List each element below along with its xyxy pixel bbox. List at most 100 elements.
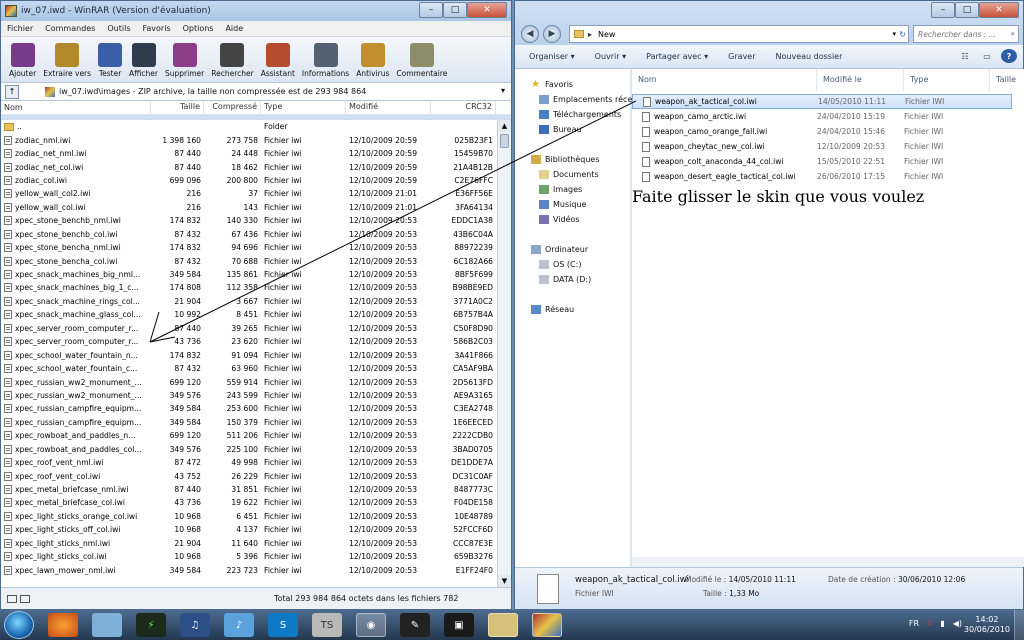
col-type[interactable]: Type <box>261 101 346 114</box>
explorer-close-button[interactable]: ✕ <box>979 2 1019 18</box>
table-row[interactable]: xpec_light_sticks_orange_col.iwi 10 968 6 … <box>1 510 497 523</box>
table-row[interactable]: xpec_stone_benchb_nml.iwi 174 832 140 330 F… <box>1 214 497 227</box>
toolbar-button-1[interactable]: Extraire vers <box>43 43 91 78</box>
table-row[interactable]: zodiac_nml.iwi 1 398 160 273 758 Fichier iw… <box>1 133 497 146</box>
nav-network[interactable]: Réseau <box>531 305 574 314</box>
toolbar-button-5[interactable]: Rechercher <box>211 43 254 78</box>
table-row[interactable]: xpec_snack_machine_rings_col... 21 904 3 6… <box>1 295 497 308</box>
ex-col-modified[interactable]: Modifié le <box>817 69 904 91</box>
explorer-file-row[interactable]: weapon_ak_tactical_col.iwi 14/05/2010 11:… <box>632 94 1012 109</box>
ex-col-type[interactable]: Type <box>904 69 990 91</box>
refresh-icon[interactable]: ↻ <box>899 30 906 39</box>
address-dropdown-icon[interactable]: ▾ <box>892 30 896 38</box>
firefox-icon[interactable] <box>48 613 78 637</box>
clock[interactable]: 14:02 30/06/2010 <box>964 615 1010 635</box>
scroll-up-arrow[interactable]: ▲ <box>498 120 511 132</box>
table-row[interactable]: xpec_lawn_mower_nml.iwi 349 584 223 723 Fic… <box>1 563 497 576</box>
table-row[interactable]: xpec_school_water_fountain_n... 174 832 91… <box>1 348 497 361</box>
explorer-file-row[interactable]: weapon_camo_arctic.iwi 24/04/2010 15:19 Fi… <box>632 109 1012 124</box>
back-button[interactable]: ◀ <box>521 25 539 43</box>
close-button[interactable]: ✕ <box>467 2 507 18</box>
show-desktop-button[interactable] <box>1014 610 1024 640</box>
table-row[interactable]: xpec_stone_bencha_nml.iwi 174 832 94 696 Fi… <box>1 241 497 254</box>
table-row[interactable]: xpec_russian_campfire_equipm... 349 584 25… <box>1 402 497 415</box>
nav-images[interactable]: Images <box>539 185 582 194</box>
explorer-horizontal-scrollbar[interactable] <box>632 557 1024 567</box>
game-icon[interactable]: ✎ <box>400 613 430 637</box>
path-dropdown-button[interactable]: ▾ <box>501 86 505 95</box>
menu-aide[interactable]: Aide <box>225 24 243 33</box>
itunes-icon[interactable]: ♪ <box>224 613 254 637</box>
nav-videos[interactable]: Vidéos <box>539 215 580 224</box>
table-row[interactable]: xpec_snack_machine_glass_col... 10 992 8 4… <box>1 308 497 321</box>
messenger-icon[interactable] <box>92 613 122 637</box>
nav-documents[interactable]: Documents <box>539 170 599 179</box>
toolbar-button-8[interactable]: Antivirus <box>356 43 389 78</box>
table-row[interactable]: zodiac_net_nml.iwi 87 440 24 448 Fichier iw… <box>1 147 497 160</box>
minimize-button[interactable]: – <box>419 2 443 18</box>
nav-data-drive[interactable]: DATA (D:) <box>539 275 591 284</box>
tray-volume-icon[interactable]: ◀) <box>953 619 962 628</box>
game-launcher-icon[interactable]: ⚡ <box>136 613 166 637</box>
table-row[interactable]: xpec_metal_briefcase_col.iwi 43 736 19 622… <box>1 496 497 509</box>
nav-downloads[interactable]: Téléchargements <box>539 110 621 119</box>
open-button[interactable]: Ouvrir ▾ <box>595 52 626 61</box>
nav-libraries[interactable]: Bibliothèques <box>531 155 600 164</box>
tray-antivirus-icon[interactable]: ⦸ <box>927 618 932 628</box>
breadcrumb-chevron-icon[interactable]: ▸ <box>588 30 592 39</box>
col-crc[interactable]: CRC32 <box>431 101 496 114</box>
table-row[interactable]: zodiac_net_col.iwi 87 440 18 462 Fichier iw… <box>1 160 497 173</box>
headphones-icon[interactable]: ♫ <box>180 613 210 637</box>
new-folder-button[interactable]: Nouveau dossier <box>776 52 843 61</box>
table-row[interactable]: yellow_wall_col2.iwi 216 37 Fichier iwi 12/1… <box>1 187 497 200</box>
steam-icon[interactable]: ◉ <box>356 613 386 637</box>
toolbar-button-0[interactable]: Ajouter <box>9 43 36 78</box>
menu-outils[interactable]: Outils <box>107 24 130 33</box>
table-row[interactable]: yellow_wall_col.iwi 216 143 Fichier iwi 12/1… <box>1 201 497 214</box>
col-name[interactable]: Nom <box>1 101 151 114</box>
table-row[interactable]: zodiac_col.iwi 699 096 200 800 Fichier iwi 1… <box>1 174 497 187</box>
help-icon[interactable]: ? <box>1001 49 1017 63</box>
winrar-vertical-scrollbar[interactable]: ▲ ▼ <box>497 120 511 587</box>
menu-options[interactable]: Options <box>183 24 214 33</box>
explorer-file-row[interactable]: weapon_cheytac_new_col.iwi 12/10/2009 20:… <box>632 139 1012 154</box>
table-row[interactable]: xpec_metal_briefcase_nml.iwi 87 440 31 851… <box>1 483 497 496</box>
skype-icon[interactable]: S <box>268 613 298 637</box>
language-indicator[interactable]: FR <box>909 619 919 628</box>
table-row[interactable]: .. Folder <box>1 120 497 133</box>
view-options-icon[interactable]: ☷ <box>957 49 973 63</box>
table-row[interactable]: xpec_light_sticks_nml.iwi 21 904 11 640 Fic… <box>1 537 497 550</box>
start-button[interactable] <box>4 611 34 639</box>
nav-computer[interactable]: Ordinateur <box>531 245 588 254</box>
scroll-down-arrow[interactable]: ▼ <box>498 575 511 587</box>
share-button[interactable]: Partager avec ▾ <box>646 52 708 61</box>
toolbar-button-3[interactable]: Afficher <box>129 43 158 78</box>
search-icon[interactable]: ⌕ <box>1011 29 1015 39</box>
explorer-maximize-button[interactable]: □ <box>955 2 979 18</box>
burn-button[interactable]: Graver <box>728 52 755 61</box>
nav-os-drive[interactable]: OS (C:) <box>539 260 581 269</box>
explorer-file-row[interactable]: weapon_desert_eagle_tactical_col.iwi 26/0… <box>632 169 1012 184</box>
preview-pane-icon[interactable]: ▭ <box>979 49 995 63</box>
table-row[interactable]: xpec_school_water_fountain_c... 87 432 63 … <box>1 362 497 375</box>
organize-button[interactable]: Organiser ▾ <box>529 52 575 61</box>
explorer-file-row[interactable]: weapon_camo_orange_fall.iwi 24/04/2010 15… <box>632 124 1012 139</box>
tray-network-icon[interactable]: ▮ <box>940 619 944 628</box>
explorer-minimize-button[interactable]: – <box>931 2 955 18</box>
address-bar[interactable]: ▸ New ▾ ↻ <box>569 25 909 43</box>
table-row[interactable]: xpec_server_room_computer_r... 43 736 23 6… <box>1 335 497 348</box>
toolbar-button-4[interactable]: Supprimer <box>165 43 204 78</box>
up-folder-button[interactable]: ↑ <box>5 84 19 99</box>
table-row[interactable]: xpec_russian_campfire_equipm... 349 584 15… <box>1 416 497 429</box>
ex-col-size[interactable]: Taille <box>990 69 1024 91</box>
nav-music[interactable]: Musique <box>539 200 586 209</box>
table-row[interactable]: xpec_rowboat_and_paddles_n... 699 120 511 … <box>1 429 497 442</box>
explorer-file-row[interactable]: weapon_colt_anaconda_44_col.iwi 15/05/201… <box>632 154 1012 169</box>
table-row[interactable]: xpec_snack_machines_big_1_c... 174 808 112… <box>1 281 497 294</box>
col-size[interactable]: Taille <box>151 101 204 114</box>
scroll-thumb[interactable] <box>500 134 509 148</box>
explorer-taskbar-icon[interactable] <box>488 613 518 637</box>
table-row[interactable]: xpec_stone_benchb_col.iwi 87 432 67 436 Fic… <box>1 228 497 241</box>
menu-fichier[interactable]: Fichier <box>7 24 33 33</box>
table-row[interactable]: xpec_roof_vent_nml.iwi 87 472 49 998 Fichie… <box>1 456 497 469</box>
